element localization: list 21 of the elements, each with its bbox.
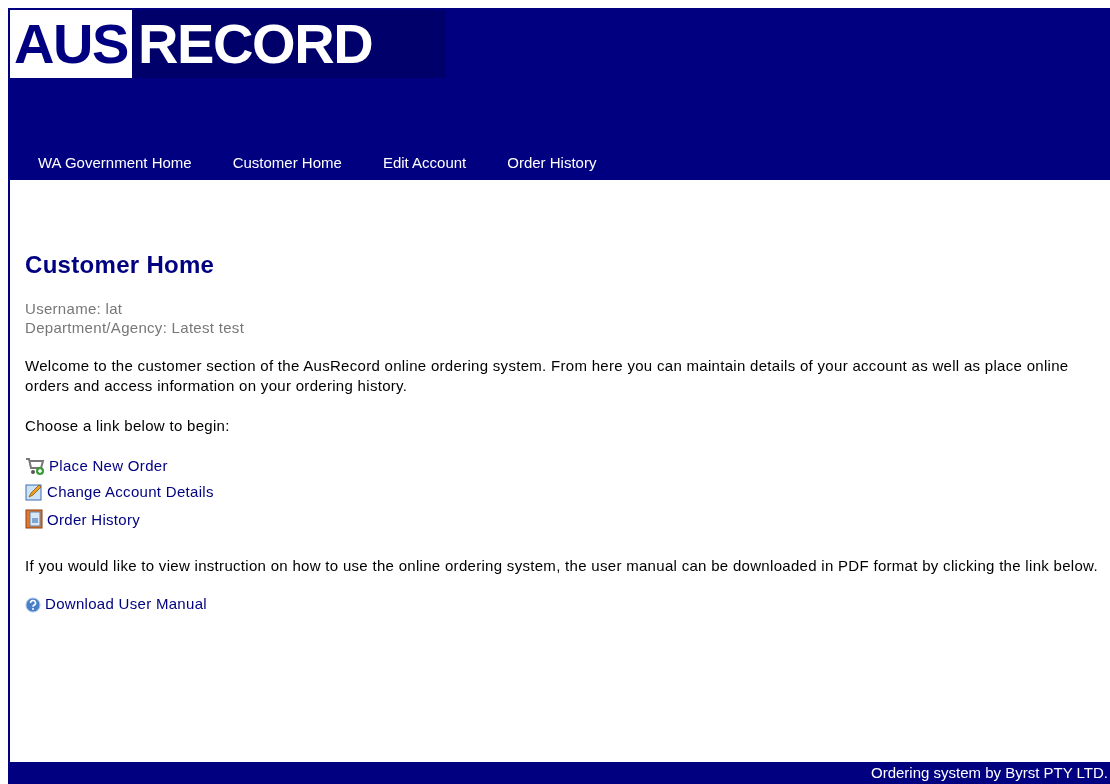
- help-icon[interactable]: [25, 596, 41, 613]
- cart-icon[interactable]: [25, 456, 45, 475]
- nav-link[interactable]: WA Government Home: [38, 151, 192, 174]
- footer-credit: Ordering system by Byrst PTY LTD.: [871, 762, 1108, 783]
- manual-paragraph: If you would like to view instruction on how to use the online ordering system, the user manual can be downloaded in PDF format by clicking the link below.: [25, 555, 1099, 576]
- nav-link[interactable]: Edit Account: [382, 151, 467, 174]
- book-icon[interactable]: [25, 508, 43, 529]
- nav-link[interactable]: Order History: [507, 151, 597, 174]
- prompt-text: Choose a link below to begin:: [25, 416, 231, 436]
- link[interactable]: Order History: [47, 510, 141, 529]
- link[interactable]: Download User Manual: [45, 594, 207, 613]
- link[interactable]: Place New Order: [49, 456, 168, 475]
- link[interactable]: Change Account Details: [47, 482, 214, 501]
- logo-text: AUS: [10, 10, 133, 78]
- account-info: Department/Agency: Latest test: [25, 318, 245, 337]
- page-heading: Customer Home: [25, 250, 216, 280]
- edit-icon[interactable]: [25, 482, 43, 501]
- nav-link[interactable]: Customer Home: [232, 151, 342, 174]
- welcome-paragraph: Welcome to the customer section of the AusRecord online ordering system. From here you can maintain details of your account as well as place online orders and access information on your ordering history.: [25, 356, 1070, 396]
- logo-text: RECORD: [132, 10, 446, 78]
- account-info: Username: lat: [25, 299, 123, 318]
